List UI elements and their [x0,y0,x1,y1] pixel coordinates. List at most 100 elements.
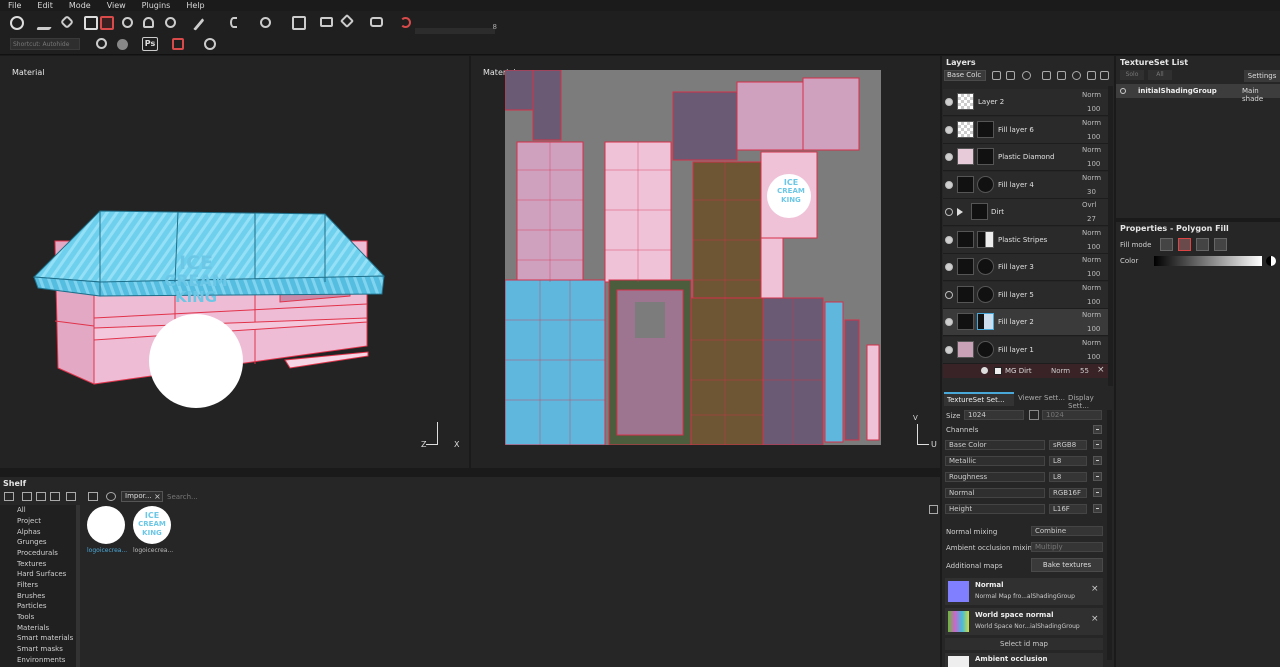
shelf-category[interactable]: Brushes [17,592,45,600]
shelf-refresh-icon[interactable] [106,492,116,501]
delete-layer-icon[interactable] [1100,71,1109,80]
visibility-eye-icon[interactable] [945,346,953,354]
color-slider[interactable] [1154,256,1262,266]
shelf-folder-icon[interactable] [4,492,14,501]
layer-row-selected[interactable]: Fill layer 2 Norm 100 [943,309,1108,336]
layer-opacity[interactable]: 30 [1087,188,1096,196]
layer-opacity[interactable]: 100 [1087,243,1100,251]
screenshot-icon[interactable] [370,17,383,27]
shelf-category[interactable]: All [17,506,26,514]
layer-opacity[interactable]: 100 [1087,105,1100,113]
layer-opacity[interactable]: 27 [1087,215,1096,223]
smudge-icon[interactable] [122,17,133,28]
effect-row[interactable]: MG Dirt Norm 55 × [943,364,1108,378]
shelf-category[interactable]: Hard Surfaces [17,570,66,578]
layer-row[interactable]: Plastic Diamond Norm 100 [943,144,1108,171]
folder-icon[interactable] [957,208,967,216]
shelf-category[interactable]: Project [17,517,41,525]
remove-channel-icon[interactable] [1093,504,1102,513]
photoshop-icon[interactable]: Ps [142,37,158,51]
layer-blend[interactable]: Norm [1082,91,1101,99]
visibility-eye-icon[interactable] [945,318,953,326]
visibility-eye-icon[interactable] [945,263,953,271]
shelf-category[interactable]: Procedurals [17,549,58,557]
fill-mesh-icon[interactable] [1196,238,1209,251]
channel-format-select[interactable]: L8 [1049,456,1087,466]
layer-row[interactable]: Dirt Ovrl 27 [943,199,1108,226]
substance-s-icon[interactable] [96,38,107,49]
remove-channel-icon[interactable] [1093,488,1102,497]
export-icon[interactable] [172,38,184,50]
visibility-eye-icon[interactable] [945,126,953,134]
shelf-tab-close-icon[interactable]: × [154,492,161,501]
sphere-icon[interactable] [117,39,128,50]
shelf-filter-icon[interactable] [88,492,98,501]
camera-icon[interactable] [320,17,333,27]
fill-uv-icon[interactable] [1214,238,1227,251]
add-folder-icon[interactable] [1057,71,1066,80]
add-channel-icon[interactable] [1093,425,1102,434]
add-effect-icon[interactable] [1042,71,1051,80]
brush-size-slider[interactable]: 8 [415,23,497,34]
layer-row[interactable]: Plastic Stripes Norm 100 [943,227,1108,254]
substance-share-icon[interactable] [204,38,216,50]
shelf-category[interactable]: Filters [17,581,38,589]
map-slot[interactable]: Normal Normal Map fro...alShadingGroup × [945,578,1103,605]
layer-blend[interactable]: Norm [1082,146,1101,154]
map-slot[interactable]: World space normal World Space Nor...ial… [945,608,1103,635]
tab-viewer-settings[interactable]: Viewer Sett... [1018,394,1065,402]
select-id-map-button[interactable]: Select id map [945,638,1103,650]
remove-channel-icon[interactable] [1093,456,1102,465]
channel-format-select[interactable]: L16F [1049,504,1087,514]
fill-polygon-icon[interactable] [1178,238,1191,251]
bake-textures-button[interactable]: Bake textures [1031,558,1103,572]
layer-opacity[interactable]: 100 [1087,270,1100,278]
layer-blend[interactable]: Ovrl [1082,201,1096,209]
material-picker-icon[interactable] [165,17,176,28]
add-paint-layer-icon[interactable] [992,71,1001,80]
layer-blend[interactable]: Norm [1082,174,1101,182]
duplicate-layer-icon[interactable] [1072,71,1081,80]
categories-scrollbar[interactable] [76,505,80,667]
shelf-view-icon[interactable] [66,492,76,501]
shelf-category[interactable]: Environments [17,656,65,664]
channel-format-select[interactable]: RGB16F [1049,488,1087,498]
layer-opacity[interactable]: 100 [1087,353,1100,361]
shelf-category[interactable]: Particles [17,602,47,610]
visibility-eye-icon[interactable] [945,153,953,161]
layer-blend[interactable]: Norm [1082,311,1101,319]
solo-button[interactable]: Solo [1120,70,1144,80]
add-mask-icon[interactable] [1022,71,1031,80]
channel-format-select[interactable]: L8 [1049,472,1087,482]
projection-icon[interactable] [84,16,98,30]
layer-opacity[interactable]: 100 [1087,133,1100,141]
layer-row[interactable]: Fill layer 6 Norm 100 [943,117,1108,144]
shelf-category[interactable]: Tools [17,613,34,621]
layer-blend[interactable]: Norm [1082,284,1101,292]
layer-row[interactable]: Fill layer 1 Norm 100 [943,337,1108,364]
layers-scrollbar[interactable] [1108,86,1113,386]
shelf-category[interactable]: Grunges [17,538,47,546]
viewport-3d[interactable]: Material ICE CREAM KING Z X [0,56,469,468]
tab-textureset-settings[interactable]: TextureSet Set... [944,392,1014,406]
visibility-eye-icon[interactable] [945,98,953,106]
menu-edit[interactable]: Edit [29,1,61,10]
textureset-visibility-icon[interactable] [1120,88,1126,94]
visibility-eye-icon[interactable] [945,291,953,299]
shelf-add-icon[interactable] [22,492,32,501]
size-lock-icon[interactable] [1029,410,1039,420]
shelf-grid-icon[interactable] [929,505,938,514]
effect-visibility-icon[interactable] [981,367,988,374]
all-button[interactable]: All [1148,70,1172,80]
map-slot[interactable]: Ambient occlusion [945,653,1103,667]
settings-scrollbar[interactable] [1107,410,1112,660]
shelf-item-thumbnail-logo[interactable]: ICE CREAM KING [133,506,171,544]
shelf-search-input[interactable]: Search... [167,493,198,501]
channel-select[interactable]: Base Colc [944,70,986,81]
layer-blend[interactable]: Norm [1082,119,1101,127]
map-remove-icon[interactable]: × [1091,614,1099,624]
color-picker-icon[interactable] [1266,256,1276,266]
layer-blend[interactable]: Norm [1082,229,1101,237]
symmetry-icon[interactable] [260,17,271,28]
substance-logo-icon[interactable] [10,16,24,30]
